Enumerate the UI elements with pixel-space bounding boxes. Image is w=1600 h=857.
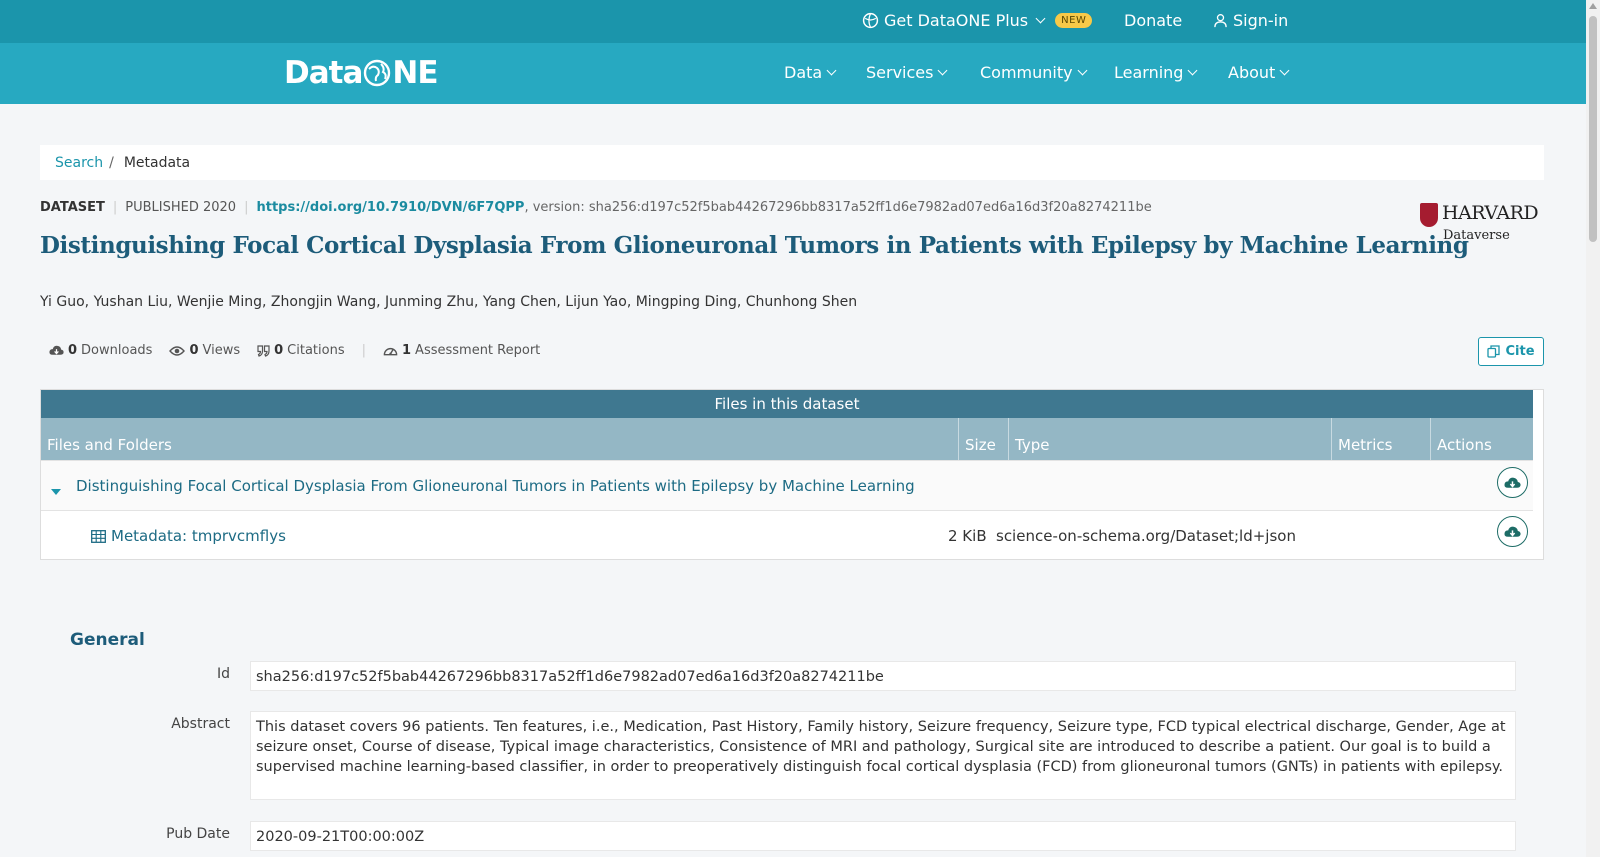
abstract-label: Abstract	[171, 716, 230, 732]
chevron-down-icon	[938, 65, 948, 76]
cloud-download-icon	[1504, 477, 1521, 488]
views-label: Views	[202, 343, 241, 358]
repository-name: HARVARD	[1442, 202, 1539, 224]
divider: |	[361, 343, 366, 358]
views-count: 0	[189, 343, 199, 358]
get-dataone-plus-menu[interactable]: Get DataONE Plus NEW	[862, 11, 1093, 30]
downloads-count: 0	[68, 343, 78, 358]
logo-text-right: NE	[392, 55, 438, 91]
scroll-up-arrow-icon[interactable]	[1589, 3, 1597, 9]
assessment-count: 1	[402, 343, 412, 358]
authors-list: Yi Guo, Yushan Liu, Wenjie Ming, Zhongji…	[40, 294, 858, 310]
copy-icon	[1487, 345, 1501, 358]
nav-about-label: About	[1228, 63, 1276, 82]
cloud-download-icon	[1504, 526, 1521, 537]
nav-community-label: Community	[980, 63, 1073, 82]
files-table-header: Files and Folders Size Type Metrics Acti…	[41, 418, 1533, 460]
nav-community[interactable]: Community	[980, 63, 1088, 82]
main-navbar: Data NE Data Services Community Learning…	[0, 43, 1586, 104]
pub-date-value: 2020-09-21T00:00:00Z	[250, 821, 1516, 851]
downloads-stat: 0 Downloads	[49, 343, 152, 358]
top-utility-bar: Get DataONE Plus NEW Donate Sign-in	[0, 0, 1586, 43]
nav-learning[interactable]: Learning	[1114, 63, 1198, 82]
dataset-meta-line: DATASET | PUBLISHED 2020 | https://doi.o…	[40, 200, 1152, 215]
harvard-shield-icon	[1420, 203, 1438, 227]
breadcrumb: Search / Metadata	[40, 145, 1544, 180]
published-label: PUBLISHED 2020	[125, 200, 237, 215]
doi-link[interactable]: https://doi.org/10.7910/DVN/6F7QPP	[256, 200, 524, 215]
assessment-label: Assessment Report	[415, 343, 541, 358]
citations-count: 0	[274, 343, 284, 358]
cloud-download-icon	[49, 345, 64, 355]
page-scrollbar[interactable]	[1586, 0, 1600, 857]
files-table: Files in this dataset Files and Folders …	[40, 389, 1544, 560]
globe-plus-icon	[862, 12, 879, 29]
new-badge: NEW	[1055, 13, 1093, 28]
column-header-actions: Actions	[1437, 436, 1492, 454]
page-title: Distinguishing Focal Cortical Dysplasia …	[40, 232, 1469, 259]
divider: |	[244, 200, 249, 215]
table-row-folder[interactable]: Distinguishing Focal Cortical Dysplasia …	[41, 460, 1533, 510]
download-folder-button[interactable]	[1497, 467, 1528, 498]
downloads-label: Downloads	[81, 343, 153, 358]
divider: |	[112, 200, 118, 215]
nav-learning-label: Learning	[1114, 63, 1184, 82]
quote-icon	[257, 344, 270, 357]
files-table-caption: Files in this dataset	[41, 390, 1533, 418]
views-stat: 0 Views	[169, 343, 240, 358]
dataset-type-label: DATASET	[40, 200, 105, 215]
id-label: Id	[216, 666, 230, 682]
chevron-down-icon	[1035, 13, 1046, 24]
nav-services-label: Services	[866, 63, 934, 82]
breadcrumb-current: Metadata	[123, 154, 191, 171]
table-icon	[91, 530, 106, 543]
dataone-logo[interactable]: Data NE	[284, 55, 439, 91]
cite-label: Cite	[1505, 344, 1535, 359]
logo-text-left: Data	[284, 55, 363, 91]
nav-services[interactable]: Services	[866, 63, 948, 82]
globe-logo-icon	[364, 59, 391, 87]
get-dataone-plus-label: Get DataONE Plus	[884, 11, 1029, 30]
nav-data[interactable]: Data	[784, 63, 837, 82]
gauge-icon	[383, 347, 398, 356]
id-value: sha256:d197c52f5bab44267296bb8317a52ff1d…	[250, 661, 1516, 691]
column-header-metrics: Metrics	[1332, 418, 1431, 460]
harvard-dataverse-logo[interactable]: HARVARD Dataverse	[1420, 202, 1545, 245]
general-section-heading: General	[70, 630, 145, 650]
caret-down-icon[interactable]	[51, 481, 61, 499]
chevron-down-icon	[1077, 65, 1088, 76]
cite-button[interactable]: Cite	[1478, 337, 1544, 366]
folder-name[interactable]: Distinguishing Focal Cortical Dysplasia …	[76, 477, 915, 495]
breadcrumb-separator: /	[109, 154, 114, 171]
file-size: 2 KiB	[948, 527, 987, 545]
file-name[interactable]: Metadata: tmprvcmflys	[111, 527, 286, 545]
dataset-stats: 0 Downloads 0 Views 0 Citations | 1 Asse…	[49, 343, 557, 358]
chevron-down-icon	[1279, 65, 1290, 76]
file-type: science-on-schema.org/Dataset;ld+json	[996, 527, 1296, 545]
column-header-files: Files and Folders	[41, 418, 959, 460]
column-header-type: Type	[1009, 418, 1332, 460]
assessment-report-stat[interactable]: 1 Assessment Report	[383, 343, 540, 358]
nav-about[interactable]: About	[1228, 63, 1290, 82]
repository-subname: Dataverse	[1443, 228, 1510, 243]
breadcrumb-search-link[interactable]: Search	[55, 155, 103, 171]
column-header-size: Size	[959, 418, 1009, 460]
citations-stat: 0 Citations	[257, 343, 345, 358]
donate-label: Donate	[1124, 11, 1183, 30]
scrollbar-thumb[interactable]	[1589, 16, 1597, 242]
pub-date-label: Pub Date	[166, 826, 230, 842]
download-file-button[interactable]	[1497, 516, 1528, 547]
abstract-value: This dataset covers 96 patients. Ten fea…	[250, 711, 1516, 800]
nav-data-label: Data	[784, 63, 823, 82]
chevron-down-icon	[1188, 65, 1198, 76]
sign-in-link[interactable]: Sign-in	[1213, 11, 1288, 30]
donate-link[interactable]: Donate	[1124, 11, 1182, 30]
citations-label: Citations	[287, 343, 345, 358]
user-icon	[1214, 14, 1227, 28]
chevron-down-icon	[826, 65, 837, 76]
version-label: , version: sha256:d197c52f5bab44267296bb…	[524, 200, 1152, 215]
eye-icon	[169, 345, 186, 356]
table-row-file[interactable]: Metadata: tmprvcmflys 2 KiB science-on-s…	[41, 510, 1533, 560]
sign-in-label: Sign-in	[1233, 11, 1289, 30]
